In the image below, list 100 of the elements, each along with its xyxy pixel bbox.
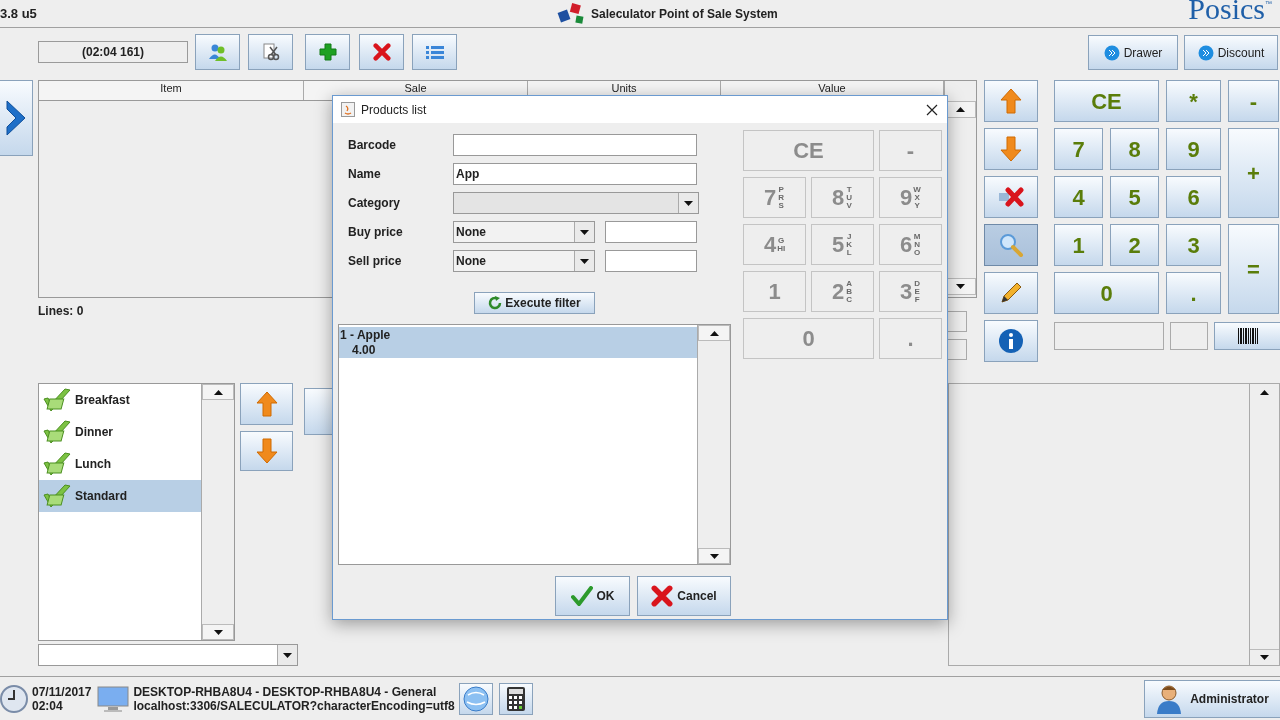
keypad-key[interactable]: 5 bbox=[1110, 176, 1159, 218]
keypad-key[interactable]: 6 bbox=[1166, 176, 1221, 218]
monitor-icon bbox=[97, 684, 130, 713]
java-icon bbox=[341, 102, 355, 117]
keypad-key[interactable]: = bbox=[1228, 224, 1279, 314]
search-icon bbox=[998, 232, 1024, 258]
scroll-up-icon bbox=[709, 330, 719, 336]
network-button[interactable] bbox=[458, 682, 493, 715]
calculator-icon bbox=[505, 685, 526, 712]
dropdown[interactable]: None bbox=[453, 250, 595, 272]
header-button[interactable]: Drawer bbox=[1088, 35, 1178, 70]
dropdown-icon bbox=[580, 229, 589, 235]
scissors-icon bbox=[261, 43, 280, 61]
edit-button[interactable] bbox=[984, 272, 1038, 314]
dropdown-icon bbox=[684, 200, 693, 206]
input-field[interactable] bbox=[1170, 322, 1208, 350]
field-label: Category bbox=[347, 195, 401, 212]
keypad-key[interactable]: - bbox=[1228, 80, 1279, 122]
field-label: Barcode bbox=[347, 137, 398, 154]
column-header[interactable]: Item bbox=[39, 81, 304, 100]
category-item[interactable]: Standard bbox=[39, 480, 201, 512]
check-folder-icon bbox=[41, 482, 72, 510]
keypad-key[interactable]: 9 bbox=[1166, 128, 1221, 170]
time-label: 02:04 bbox=[32, 698, 64, 713]
clock-icon bbox=[0, 684, 28, 713]
search-button[interactable] bbox=[984, 224, 1038, 266]
keypad-key[interactable]: 1 bbox=[1054, 224, 1103, 266]
keypad-key[interactable]: CE bbox=[1054, 80, 1159, 122]
input-field[interactable] bbox=[453, 134, 697, 156]
cancel-button[interactable]: Cancel bbox=[637, 576, 731, 616]
keypad-key[interactable]: 7 bbox=[1054, 128, 1103, 170]
keypad-key[interactable]: 3 bbox=[1166, 224, 1221, 266]
barcode-button[interactable] bbox=[1214, 322, 1280, 350]
header-button[interactable]: Discount bbox=[1184, 35, 1278, 70]
keypad-key[interactable]: + bbox=[1228, 128, 1279, 218]
keypad-key[interactable]: 2 bbox=[1110, 224, 1159, 266]
delete-button[interactable] bbox=[359, 34, 404, 70]
lines-count: Lines: 0 bbox=[38, 303, 84, 320]
expand-button[interactable] bbox=[0, 80, 33, 156]
refresh-icon bbox=[488, 296, 503, 310]
scrollbar[interactable] bbox=[201, 384, 234, 640]
version-label: 3.8 u5 bbox=[0, 5, 37, 23]
dialog-title: Products list bbox=[361, 101, 427, 119]
keypad-key[interactable]: 4 bbox=[1054, 176, 1103, 218]
scrollbar[interactable] bbox=[1249, 384, 1279, 665]
up-arrow-icon bbox=[1000, 88, 1022, 114]
combo-box[interactable] bbox=[38, 644, 298, 666]
list-button[interactable] bbox=[412, 34, 457, 70]
forward-icon bbox=[1103, 44, 1120, 61]
calculator-button[interactable] bbox=[498, 682, 533, 715]
brand-logo: Posics bbox=[1188, 0, 1265, 27]
globe-icon bbox=[462, 685, 489, 712]
scrollbar[interactable] bbox=[697, 325, 730, 564]
check-folder-icon bbox=[41, 418, 72, 446]
scroll-up-icon bbox=[1260, 389, 1269, 395]
people-icon bbox=[207, 43, 228, 61]
input-field[interactable] bbox=[1054, 322, 1164, 350]
remove-button[interactable] bbox=[984, 176, 1038, 218]
product-item[interactable]: 1 - Apple 4.00 bbox=[339, 327, 697, 358]
up-button[interactable] bbox=[984, 80, 1038, 122]
move-up-button[interactable] bbox=[240, 383, 293, 425]
input-field[interactable] bbox=[605, 250, 697, 272]
info-icon bbox=[998, 328, 1024, 354]
down-arrow-icon bbox=[1000, 136, 1022, 162]
check-folder-icon bbox=[41, 386, 72, 414]
field-label: Buy price bbox=[347, 224, 404, 241]
add-button[interactable] bbox=[305, 34, 350, 70]
scroll-up-icon bbox=[213, 389, 223, 395]
keypad-key[interactable]: 0 bbox=[1054, 272, 1159, 314]
keypad-key[interactable]: . bbox=[1166, 272, 1221, 314]
check-folder-icon bbox=[41, 450, 72, 478]
keypad-key[interactable]: * bbox=[1166, 80, 1221, 122]
forward-icon bbox=[1197, 44, 1214, 61]
customers-button[interactable] bbox=[195, 34, 240, 70]
scroll-down-icon bbox=[213, 629, 223, 635]
info-button[interactable] bbox=[984, 320, 1038, 362]
remove-line-icon bbox=[998, 187, 1024, 207]
down-arrow-icon bbox=[255, 438, 278, 464]
move-down-button[interactable] bbox=[240, 431, 293, 471]
execute-filter-button[interactable]: Execute filter bbox=[474, 292, 595, 314]
input-field[interactable]: App bbox=[453, 163, 697, 185]
user-button[interactable]: Administrator bbox=[1144, 679, 1280, 718]
keypad-key[interactable]: 8 bbox=[1110, 128, 1159, 170]
user-icon bbox=[1156, 683, 1183, 714]
ok-button[interactable]: OK bbox=[555, 576, 630, 616]
close-icon bbox=[926, 103, 938, 116]
date-label: 07/11/2017 bbox=[32, 684, 92, 699]
app-title: Saleculator Point of Sale System bbox=[591, 6, 778, 23]
field-label: Sell price bbox=[347, 253, 403, 270]
down-button[interactable] bbox=[984, 128, 1038, 170]
split-button[interactable] bbox=[248, 34, 293, 70]
dropdown-icon bbox=[580, 258, 589, 264]
dropdown[interactable]: None bbox=[453, 221, 595, 243]
delete-icon bbox=[372, 43, 391, 61]
scroll-down-icon bbox=[956, 284, 965, 289]
input-field[interactable] bbox=[605, 221, 697, 243]
plus-icon bbox=[318, 43, 337, 61]
scroll-down-icon bbox=[1260, 655, 1269, 660]
database-url: localhost:3306/SALECULATOR?characterEncoding=utf8 bbox=[133, 698, 455, 713]
chevron-icon bbox=[5, 99, 27, 137]
